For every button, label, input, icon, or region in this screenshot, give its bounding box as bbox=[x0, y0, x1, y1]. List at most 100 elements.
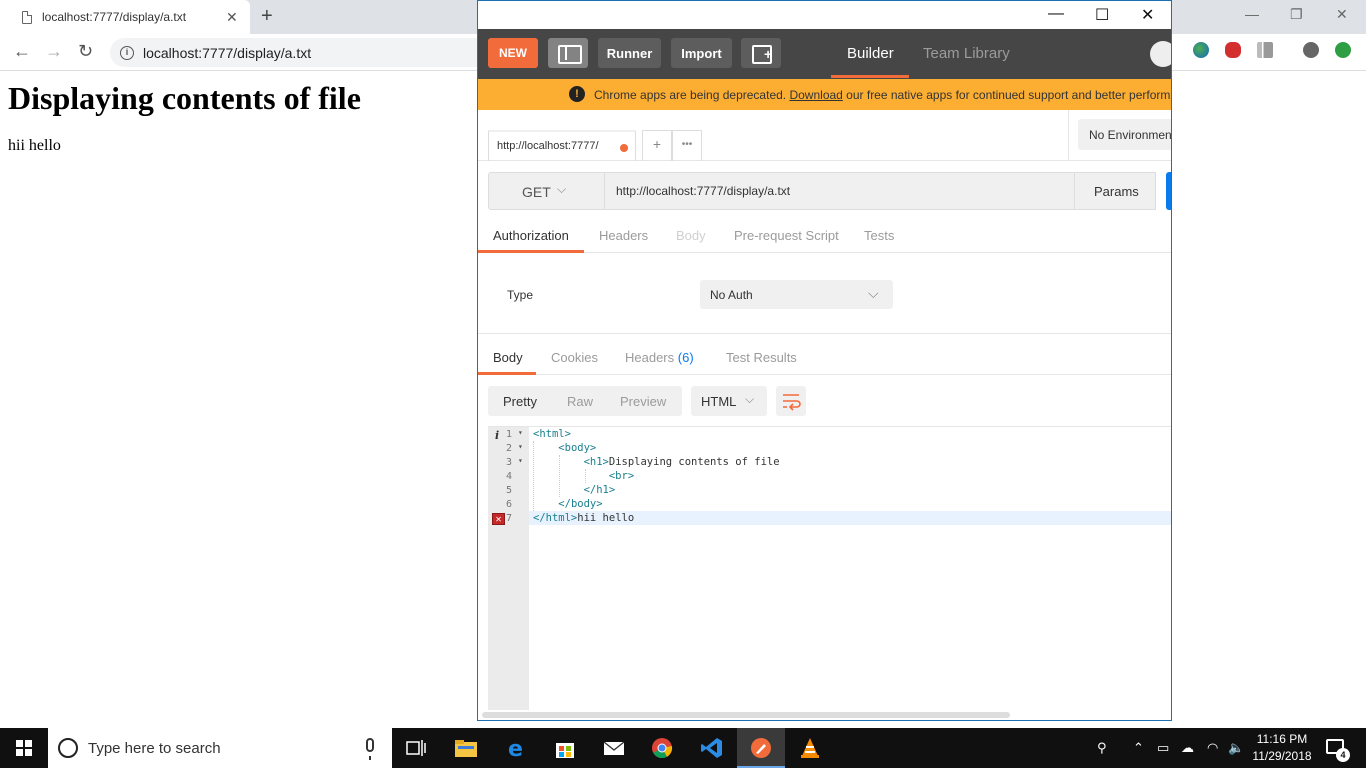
gutter-line: 4 bbox=[488, 470, 529, 484]
postman-window: — ☐ ✕ NEW Runner Import + Builder Team L… bbox=[477, 0, 1172, 721]
wifi-icon[interactable]: ◠ bbox=[1207, 740, 1218, 756]
info-icon[interactable]: i bbox=[120, 45, 134, 60]
send-button[interactable] bbox=[1166, 172, 1171, 210]
store-button[interactable] bbox=[541, 728, 589, 768]
response-code-editor[interactable]: <html> <body> <h1>Displaying contents of… bbox=[488, 426, 1171, 710]
mail-button[interactable] bbox=[590, 728, 638, 768]
vscode-icon bbox=[701, 738, 722, 758]
tab-response-headers[interactable]: Headers (6) bbox=[625, 350, 694, 365]
environment-select[interactable]: No Environmen bbox=[1078, 119, 1171, 150]
new-button[interactable]: NEW bbox=[488, 38, 538, 68]
fold-icon[interactable]: ▾ bbox=[518, 428, 523, 437]
minimize-icon[interactable]: — bbox=[1245, 6, 1259, 22]
deprecation-banner: ! Chrome apps are being deprecated. Down… bbox=[478, 79, 1171, 110]
vscode-button[interactable] bbox=[688, 728, 736, 768]
method-select[interactable]: GET ⌵ bbox=[488, 172, 605, 210]
view-pretty[interactable]: Pretty bbox=[503, 394, 537, 409]
file-explorer-button[interactable] bbox=[442, 728, 490, 768]
horizontal-scrollbar[interactable] bbox=[482, 712, 1010, 718]
info-icon[interactable]: i bbox=[495, 429, 499, 442]
update-icon[interactable] bbox=[1335, 42, 1351, 58]
tab-pre-request-script[interactable]: Pre-request Script bbox=[734, 228, 839, 243]
warning-icon: ! bbox=[569, 86, 585, 102]
fold-icon[interactable]: ▾ bbox=[518, 442, 523, 451]
gutter-line: 6 bbox=[488, 498, 529, 512]
tab-response-body[interactable]: Body bbox=[493, 350, 523, 365]
interceptor-icon[interactable] bbox=[1150, 41, 1171, 67]
chrome-button[interactable] bbox=[638, 728, 686, 768]
tab-tests[interactable]: Tests bbox=[864, 228, 894, 243]
reload-icon[interactable]: ↻ bbox=[78, 41, 93, 62]
sidebar-toggle-icon[interactable] bbox=[548, 38, 588, 68]
vlc-button[interactable] bbox=[786, 728, 834, 768]
maximize-icon[interactable]: ☐ bbox=[1095, 5, 1109, 25]
gutter-line: i 1 ▾ bbox=[488, 428, 529, 442]
request-tabs-bar: http://localhost:7777/ + ••• No Environm… bbox=[478, 110, 1171, 161]
view-raw[interactable]: Raw bbox=[567, 394, 593, 409]
auth-type-select[interactable]: No Auth ⌵ bbox=[700, 280, 893, 309]
gutter-line: 3 ▾ bbox=[488, 456, 529, 470]
url-input[interactable]: http://localhost:7777/display/a.txt bbox=[604, 172, 1075, 210]
auth-type-label: Type bbox=[507, 288, 534, 302]
tab-close-icon[interactable]: ✕ bbox=[226, 9, 238, 26]
cortana-icon bbox=[58, 738, 78, 758]
volume-icon[interactable]: 🔈 bbox=[1228, 740, 1244, 756]
battery-icon[interactable]: ▭ bbox=[1157, 740, 1169, 756]
format-select[interactable]: HTML ⌵ bbox=[691, 386, 767, 416]
account-icon[interactable] bbox=[1303, 42, 1319, 58]
params-button[interactable]: Params bbox=[1074, 172, 1156, 210]
tab-headers[interactable]: Headers bbox=[599, 228, 648, 243]
new-tab-button[interactable]: + bbox=[261, 5, 273, 28]
document-icon bbox=[22, 10, 32, 24]
line-number: 6 bbox=[506, 499, 513, 510]
page-content: Displaying contents of file hii hello bbox=[8, 80, 361, 155]
tab-cookies[interactable]: Cookies bbox=[551, 350, 598, 365]
new-window-button[interactable]: + bbox=[741, 38, 781, 68]
minimize-icon[interactable]: — bbox=[1048, 5, 1064, 23]
start-button[interactable] bbox=[0, 728, 48, 768]
cloud-icon[interactable]: ☁ bbox=[1181, 740, 1194, 756]
tab-builder[interactable]: Builder bbox=[847, 45, 894, 62]
tab-team-library[interactable]: Team Library bbox=[923, 45, 1010, 62]
taskbar-search[interactable]: Type here to search bbox=[48, 728, 392, 768]
download-link[interactable]: Download bbox=[789, 88, 842, 102]
close-window-icon[interactable]: ✕ bbox=[1141, 5, 1154, 25]
runner-button[interactable]: Runner bbox=[598, 38, 661, 68]
extension-analytics-icon[interactable] bbox=[1257, 42, 1273, 58]
fold-icon[interactable]: ▾ bbox=[518, 456, 523, 465]
vlc-icon bbox=[801, 738, 819, 758]
extension-opera-icon[interactable] bbox=[1225, 42, 1241, 58]
address-bar-url: localhost:7777/display/a.txt bbox=[143, 44, 312, 61]
tab-test-results[interactable]: Test Results bbox=[726, 350, 797, 365]
back-icon[interactable]: ← bbox=[13, 41, 31, 62]
browser-tab[interactable]: localhost:7777/display/a.txt ✕ bbox=[0, 0, 250, 34]
people-icon[interactable]: ⚲ bbox=[1097, 740, 1107, 756]
tab-authorization[interactable]: Authorization bbox=[493, 228, 569, 243]
view-preview[interactable]: Preview bbox=[620, 394, 666, 409]
postman-button[interactable] bbox=[737, 728, 785, 768]
restore-icon[interactable]: ❐ bbox=[1290, 6, 1303, 23]
add-tab-button[interactable]: + bbox=[642, 130, 672, 161]
task-view-button[interactable] bbox=[392, 728, 440, 768]
system-clock[interactable]: 11:16 PM 11/29/2018 bbox=[1250, 731, 1314, 765]
error-icon[interactable]: ✕ bbox=[492, 513, 505, 525]
clock-date: 11/29/2018 bbox=[1252, 749, 1312, 763]
edge-button[interactable]: e bbox=[492, 728, 540, 768]
more-tabs-button[interactable]: ••• bbox=[672, 130, 702, 161]
extension-globe-icon[interactable] bbox=[1193, 42, 1209, 58]
address-bar[interactable]: i localhost:7777/display/a.txt bbox=[110, 38, 490, 67]
plus-icon: + bbox=[764, 46, 773, 62]
edge-icon: e bbox=[508, 737, 523, 759]
wrap-lines-button[interactable] bbox=[776, 386, 806, 416]
microphone-icon[interactable] bbox=[366, 738, 374, 760]
active-tab-underline bbox=[478, 372, 536, 375]
request-tab[interactable]: http://localhost:7777/ bbox=[488, 130, 636, 161]
chevron-up-icon[interactable]: ⌃ bbox=[1133, 740, 1144, 756]
import-button[interactable]: Import bbox=[671, 38, 732, 68]
code-line: <html> bbox=[533, 428, 571, 440]
forward-icon[interactable]: → bbox=[45, 41, 63, 62]
tab-body[interactable]: Body bbox=[676, 228, 706, 243]
clock-time: 11:16 PM bbox=[1256, 732, 1308, 746]
close-window-icon[interactable]: ✕ bbox=[1336, 6, 1348, 23]
divider bbox=[478, 333, 1171, 334]
